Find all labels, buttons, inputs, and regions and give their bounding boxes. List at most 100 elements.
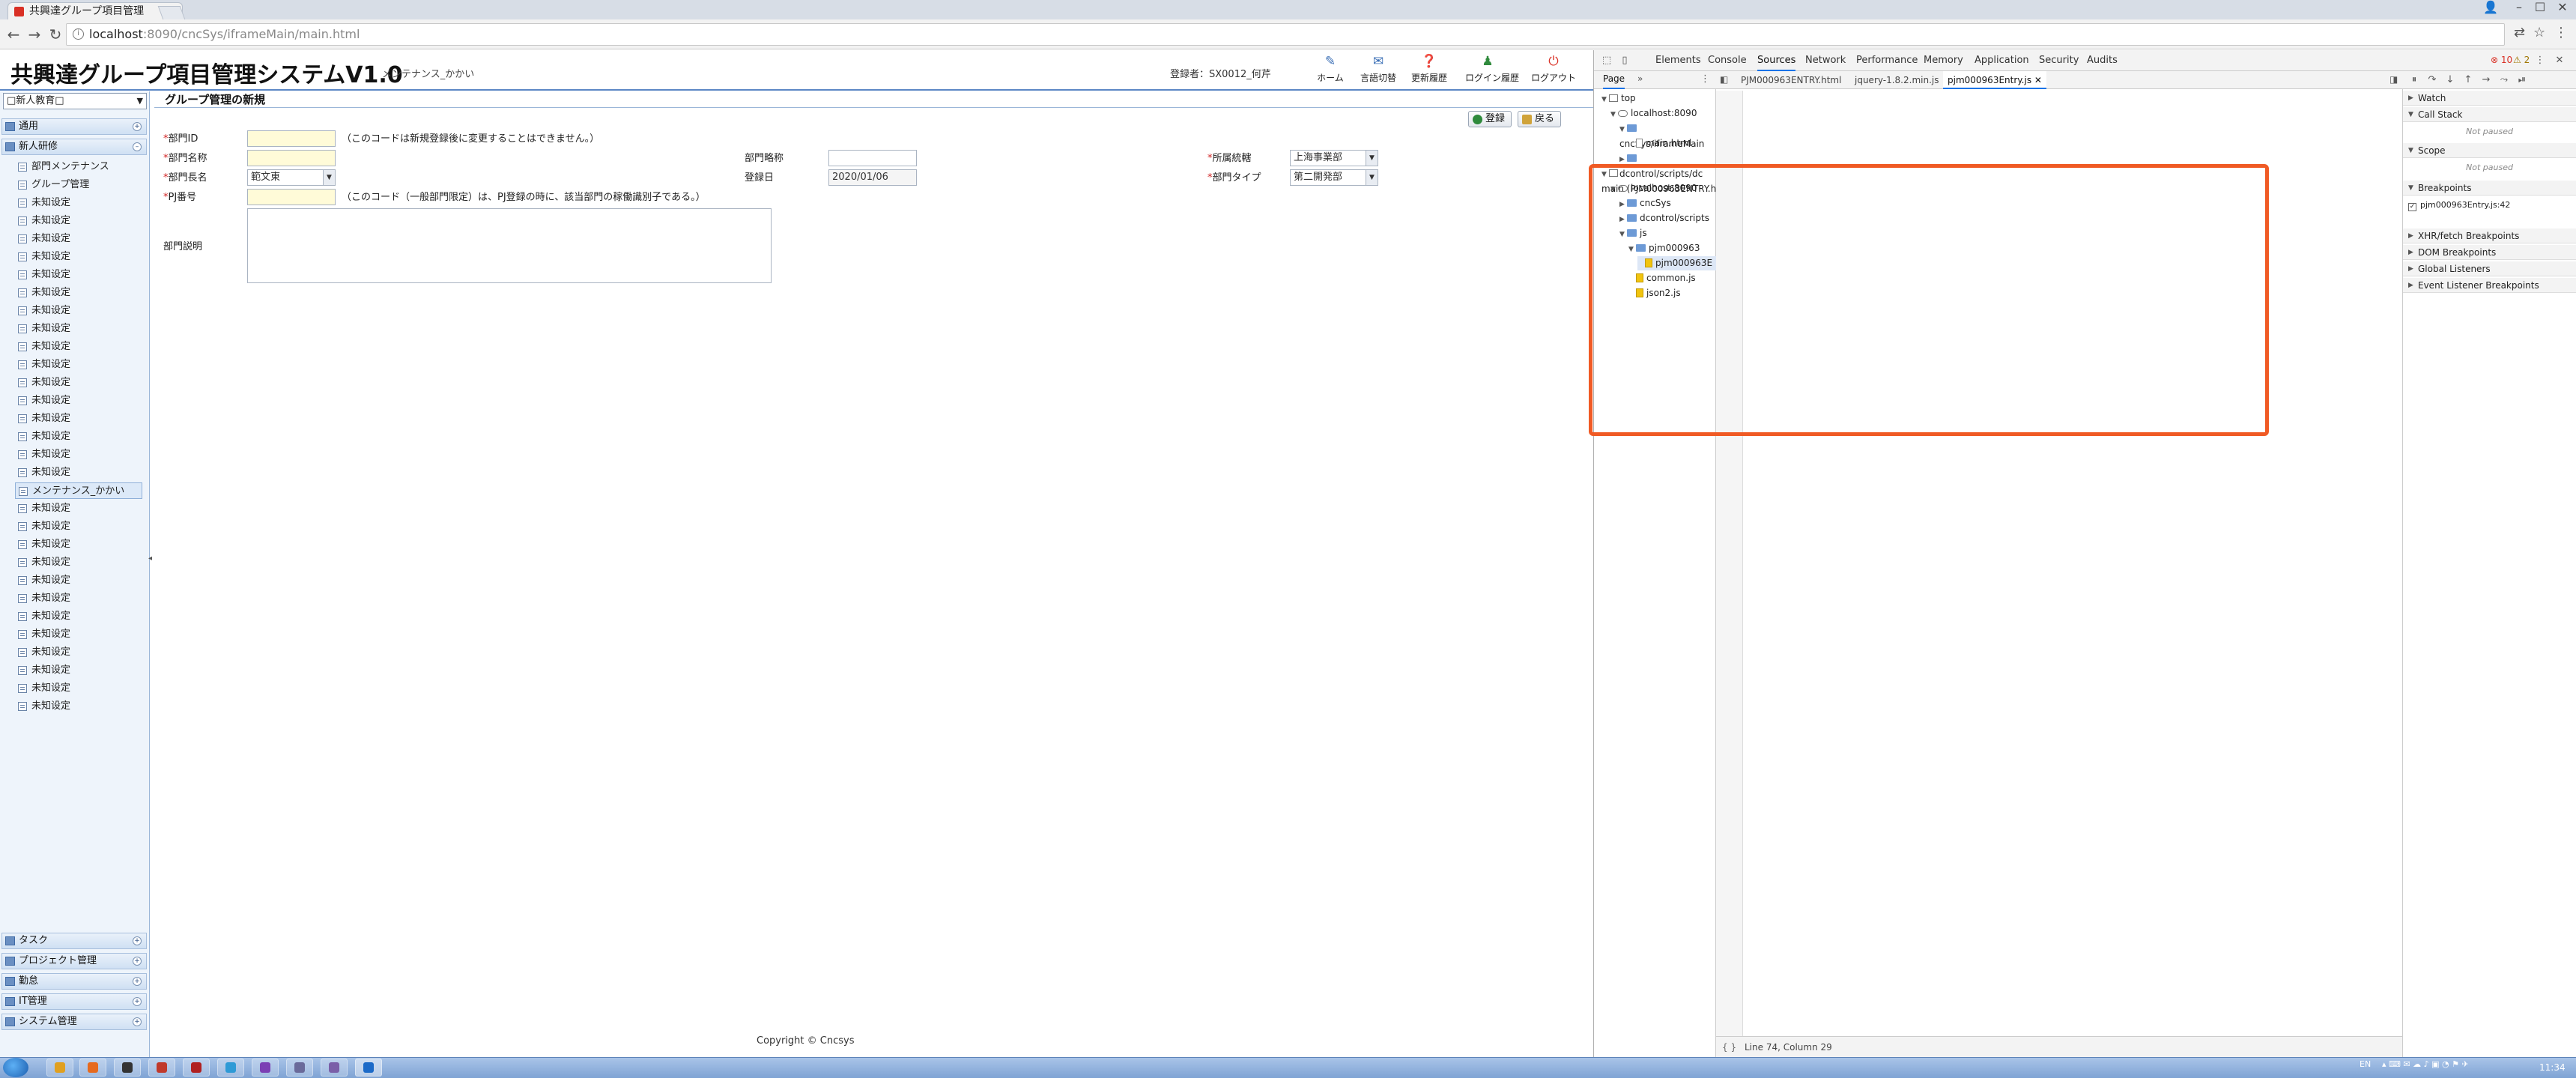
devtools-menu-icon[interactable]: ⋮ [2533,54,2547,67]
editor-tab-close-icon[interactable]: ✕ [2031,75,2042,85]
sidebar-item[interactable]: 未知设定 [15,572,142,589]
navigator-menu-icon[interactable]: ⋮ [1700,73,1710,85]
step-into-icon[interactable]: ↓ [2443,73,2457,87]
sidebar-item[interactable]: 未知设定 [15,393,142,409]
close-window-button[interactable]: ✕ [2548,0,2576,16]
taskbar-clock[interactable]: 11:34 [2539,1062,2566,1073]
sidebar-item[interactable]: 未知设定 [15,662,142,679]
taskbar-app-firefox[interactable] [79,1059,106,1077]
xhr-breakpoints-section[interactable]: ▶ XHR/fetch Breakpoints [2403,228,2576,243]
back-icon[interactable]: ← [4,25,22,43]
scope-section[interactable]: ▼ Scope [2403,143,2576,158]
toggle-debugger-icon[interactable]: ◨ [2389,74,2398,85]
sidebar-section-training[interactable]: 新人研修 – [1,139,147,155]
pause-on-exceptions-icon[interactable]: ⏯ [2515,73,2529,87]
taskbar-app-tool[interactable] [148,1059,175,1077]
breakpoints-section[interactable]: ▼ Breakpoints [2403,181,2576,196]
dept-abbr-input[interactable] [828,150,917,166]
tray-icons[interactable]: ▴ ⌨ ✉ ☁ ♪ ▣ ◔ ⚑ ✈ [2382,1059,2469,1069]
dept-name-input[interactable] [247,150,336,166]
global-listeners-section[interactable]: ▶ Global Listeners [2403,261,2576,276]
tree-item[interactable]: ▼ top [1601,91,1716,106]
checkbox-checked-icon[interactable]: ✓ [2408,203,2416,211]
browser-tab[interactable]: 共興達グループ項目管理 ✕ [7,2,183,19]
sidebar-item[interactable]: 未知设定 [15,536,142,553]
devtools-tab[interactable]: Performance [1856,50,1918,71]
sidebar-section-system[interactable]: システム管理 + [1,1014,147,1030]
tree-toggle-icon[interactable]: ▼ [1610,108,1618,122]
device-toolbar-icon[interactable]: ▯ [1618,54,1631,67]
devtools-tab[interactable]: Memory [1924,50,1963,71]
sidebar-item[interactable]: 未知设定 [15,644,142,661]
reg-date-input[interactable]: 2020/01/06 [828,169,917,186]
deactivate-breakpoints-icon[interactable]: ⤳ [2497,73,2511,87]
dept-id-input[interactable] [247,130,336,147]
call-stack-section[interactable]: ▼ Call Stack [2403,107,2576,122]
url-input[interactable]: i localhost:8090/cncSys/iframeMain/main.… [66,23,2505,46]
sidebar-section-general[interactable]: 通用 + [1,118,147,135]
reload-icon[interactable]: ↻ [46,25,64,43]
tree-toggle-icon[interactable]: ▼ [1619,123,1627,137]
taskbar-app-paint[interactable] [217,1059,244,1077]
sidebar-item[interactable]: 未知设定 [15,249,142,265]
sidebar-item[interactable]: 未知设定 [15,213,142,229]
sidebar-item[interactable]: 未知设定 [15,626,142,643]
sidebar-item[interactable]: 未知设定 [15,464,142,481]
sidebar-item[interactable]: 未知设定 [15,554,142,571]
sidebar-item[interactable]: 未知设定 [15,357,142,373]
toggle-navigator-icon[interactable]: ◧ [1720,74,1728,85]
editor-tab[interactable]: jquery-1.8.2.min.js [1850,71,1943,89]
sidebar-item[interactable]: グループ管理 [15,177,142,193]
sidebar-section-attendance[interactable]: 勤怠 + [1,973,147,990]
devtools-tab[interactable]: Elements [1655,50,1701,71]
breakpoint-entry[interactable]: ✓ pjm000963Entry.js:42 [2408,199,2510,212]
sidebar-item[interactable]: 未知设定 [15,303,142,319]
sidebar-item[interactable]: 未知设定 [15,680,142,697]
tree-item[interactable]: ▼cncSys/iframeMain [1619,121,1716,149]
description-textarea[interactable] [247,208,772,283]
back-button[interactable]: 戻る [1518,111,1562,127]
editor-tab[interactable]: pjm000963Entry.js ✕ [1943,71,2046,89]
update-history-button[interactable]: ❓ 更新履歴 [1407,54,1452,88]
watch-section[interactable]: ▶ Watch [2403,91,2576,106]
taskbar-app-visual-studio[interactable] [252,1059,279,1077]
language-switch-button[interactable]: ✉ 言語切替 [1356,54,1401,88]
user-profile-icon[interactable]: 👤 [2476,0,2505,16]
event-listener-breakpoints-section[interactable]: ▶ Event Listener Breakpoints [2403,278,2576,293]
menu-icon[interactable]: ⋮ [2554,25,2568,40]
sidebar-item[interactable]: 未知设定 [15,698,142,715]
devtools-close-icon[interactable]: ✕ [2553,54,2566,67]
sidebar-item[interactable]: メンテナンス_かかい [15,482,142,499]
devtools-tab[interactable]: Security [2039,50,2079,71]
sidebar-item[interactable]: 未知设定 [15,429,142,445]
sidebar-section-task[interactable]: タスク + [1,933,147,949]
navigator-tab-page[interactable]: Page [1603,73,1625,89]
step-out-icon[interactable]: ↑ [2461,73,2475,87]
devtools-tab[interactable]: Console [1708,50,1747,71]
taskbar-app-explorer[interactable] [321,1059,348,1077]
sidebar-item[interactable]: 未知设定 [15,608,142,625]
pretty-print-icon[interactable]: { } [1722,1037,1736,1058]
step-icon[interactable]: → [2479,73,2493,87]
sidebar-dropdown[interactable]: □新人教育□ ▼ [3,93,147,109]
sidebar-item[interactable]: 未知设定 [15,411,142,427]
sidebar-item[interactable]: 未知设定 [15,285,142,301]
warning-count-badge[interactable]: ⚠ 2 [2513,55,2530,65]
sidebar-section-it[interactable]: IT管理 + [1,993,147,1010]
taskbar-app-chrome[interactable] [46,1059,73,1077]
taskbar-app-media[interactable] [114,1059,141,1077]
start-button[interactable] [3,1058,28,1077]
taskbar-app-editor[interactable] [286,1059,313,1077]
sidebar-collapse-handle[interactable]: ◂ [148,554,154,572]
tray-language[interactable]: EN [2360,1059,2371,1069]
tree-item[interactable]: main.html [1628,136,1716,151]
navigator-more-tabs[interactable]: » [1637,73,1643,84]
devtools-tab[interactable]: Audits [2087,50,2118,71]
sidebar-item[interactable]: 未知设定 [15,339,142,355]
translate-icon[interactable]: ⇄ [2514,25,2525,40]
inspect-element-icon[interactable]: ⬚ [1600,54,1613,67]
pause-icon[interactable]: ⏸ [2407,73,2421,87]
cost-code-input[interactable] [247,189,336,205]
tree-toggle-icon[interactable]: ▼ [1601,93,1609,107]
sidebar-item[interactable]: 未知设定 [15,446,142,463]
